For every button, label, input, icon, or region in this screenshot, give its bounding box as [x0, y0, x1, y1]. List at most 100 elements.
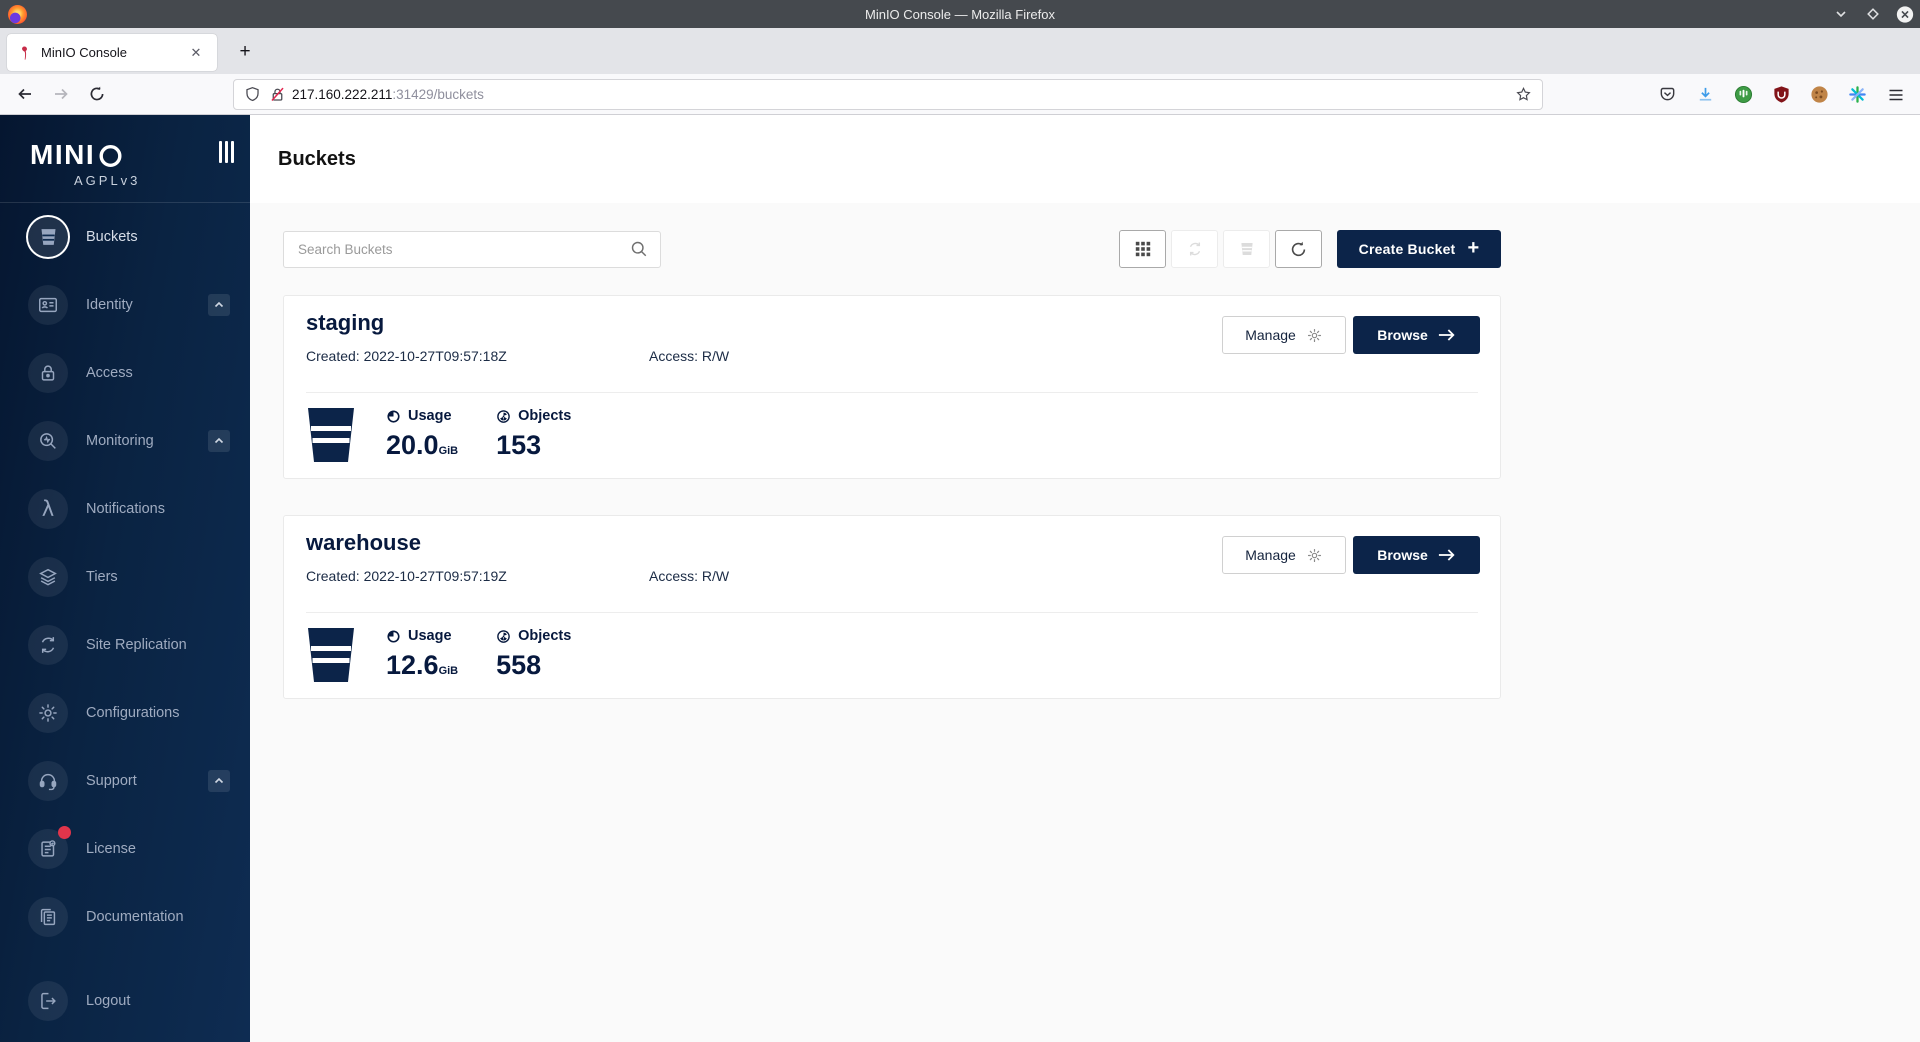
usage-label: Usage: [408, 628, 452, 644]
manage-label: Manage: [1245, 547, 1296, 563]
bucket-icon-large: [306, 626, 356, 684]
window-titlebar: MinIO Console — Mozilla Firefox: [0, 0, 1920, 28]
objects-value: 558: [496, 650, 541, 680]
tracking-shield-icon[interactable]: [244, 86, 261, 103]
reload-icon[interactable]: [82, 79, 112, 109]
create-bucket-button[interactable]: Create Bucket +: [1337, 230, 1501, 268]
search-input[interactable]: [296, 241, 630, 258]
sidebar-item-label: Logout: [86, 993, 130, 1009]
maximize-icon[interactable]: [1864, 5, 1882, 23]
objects-label: Objects: [518, 408, 571, 424]
sidebar-item-label: Documentation: [86, 909, 184, 925]
sidebar-item-configurations[interactable]: Configurations: [0, 679, 250, 747]
sidebar-item-label: Support: [86, 773, 137, 789]
sidebar-item-monitoring[interactable]: Monitoring: [0, 407, 250, 475]
lambda-icon: λ: [28, 489, 68, 529]
screen: MinIO Console — Mozilla Firefox MinIO Co…: [0, 0, 1920, 1042]
sidebar-item-tiers[interactable]: Tiers: [0, 543, 250, 611]
usage-label: Usage: [408, 408, 452, 424]
create-bucket-label: Create Bucket: [1359, 241, 1456, 257]
sidebar-item-label: Notifications: [86, 501, 165, 517]
usage-pie-icon: [386, 409, 401, 424]
sidebar-item-license[interactable]: License: [0, 815, 250, 883]
sidebar-collapse-button[interactable]: [219, 141, 234, 163]
sidebar-item-buckets[interactable]: Buckets: [0, 203, 250, 271]
url-host: 217.160.222.211: [292, 87, 392, 102]
license-icon: [28, 829, 68, 869]
manage-button[interactable]: Manage: [1222, 536, 1346, 574]
browse-label: Browse: [1377, 547, 1428, 563]
forward-icon[interactable]: [46, 79, 76, 109]
tab-close-icon[interactable]: ✕: [185, 42, 207, 64]
page-header: Buckets: [250, 115, 1920, 203]
back-icon[interactable]: [10, 79, 40, 109]
colorful-extension-icon[interactable]: [1847, 84, 1868, 105]
sidebar-item-access[interactable]: Access: [0, 339, 250, 407]
gear-icon: [1306, 327, 1323, 344]
close-icon[interactable]: [1896, 5, 1914, 23]
objects-icon: [496, 409, 511, 424]
set-replication-button-disabled: [1171, 230, 1218, 268]
sidebar-item-label: Buckets: [86, 229, 138, 245]
sidebar-item-documentation[interactable]: Documentation: [0, 883, 250, 951]
search-icon: [630, 240, 648, 258]
gear-icon: [1306, 547, 1323, 564]
sidebar-item-support[interactable]: Support: [0, 747, 250, 815]
refresh-button[interactable]: [1275, 230, 1322, 268]
cookie-extension-icon[interactable]: [1809, 84, 1830, 105]
select-multiple-button[interactable]: [1119, 230, 1166, 268]
tab-minio-console[interactable]: MinIO Console ✕: [7, 34, 217, 71]
bucket-name[interactable]: warehouse: [306, 530, 421, 556]
url-bar[interactable]: 217.160.222.211:31429/buckets: [233, 79, 1543, 110]
new-tab-button[interactable]: +: [230, 37, 260, 67]
sidebar-item-label: Access: [86, 365, 133, 381]
sidebar-item-site-replication[interactable]: Site Replication: [0, 611, 250, 679]
plus-icon: +: [1467, 238, 1479, 258]
sidebar-item-label: Identity: [86, 297, 133, 313]
objects-value: 153: [496, 430, 541, 460]
bucket-created: Created: 2022-10-27T09:57:18Z: [306, 348, 507, 364]
tab-title: MinIO Console: [41, 45, 185, 60]
delete-buckets-button-disabled: [1223, 230, 1270, 268]
chevron-up-icon[interactable]: [208, 294, 230, 316]
minio-favicon: [17, 45, 32, 61]
bucket-name[interactable]: staging: [306, 310, 384, 336]
card-divider: [306, 612, 1478, 613]
chevron-up-icon[interactable]: [208, 770, 230, 792]
headset-icon: [28, 761, 68, 801]
ublock-origin-icon[interactable]: [1771, 84, 1792, 105]
page-title: Buckets: [278, 148, 356, 171]
objects-icon: [496, 629, 511, 644]
browse-label: Browse: [1377, 327, 1428, 343]
sidebar-item-label: License: [86, 841, 136, 857]
logo-text: MINI: [30, 141, 95, 169]
browse-button[interactable]: Browse: [1353, 536, 1480, 574]
sidebar-item-identity[interactable]: Identity: [0, 271, 250, 339]
usage-unit: GiB: [439, 665, 459, 677]
url-path: :31429/buckets: [392, 87, 484, 102]
manage-button[interactable]: Manage: [1222, 316, 1346, 354]
bucket-access: Access: R/W: [649, 348, 729, 364]
replication-icon: [28, 625, 68, 665]
chevron-up-icon[interactable]: [208, 430, 230, 452]
window-title: MinIO Console — Mozilla Firefox: [0, 7, 1920, 22]
main-panel: Buckets: [250, 115, 1920, 1042]
pocket-icon[interactable]: [1657, 84, 1678, 105]
lock-icon: [28, 353, 68, 393]
downloads-icon[interactable]: [1695, 84, 1716, 105]
buckets-toolbar: Create Bucket +: [283, 230, 1501, 268]
bucket-created: Created: 2022-10-27T09:57:19Z: [306, 568, 507, 584]
insecure-lock-icon[interactable]: [269, 86, 286, 103]
arrow-right-icon: [1438, 548, 1456, 562]
sidebar-item-logout[interactable]: Logout: [0, 967, 250, 1035]
bookmark-star-icon[interactable]: [1515, 86, 1532, 103]
identity-icon: [28, 285, 68, 325]
minio-logo: MINI: [30, 141, 250, 169]
menu-icon[interactable]: [1885, 84, 1906, 105]
minimize-icon[interactable]: [1832, 5, 1850, 23]
green-extension-icon[interactable]: [1733, 84, 1754, 105]
sidebar-item-notifications[interactable]: λ Notifications: [0, 475, 250, 543]
browse-button[interactable]: Browse: [1353, 316, 1480, 354]
sidebar-menu: Buckets Identity Access: [0, 203, 250, 1035]
sidebar-item-label: Site Replication: [86, 637, 187, 653]
